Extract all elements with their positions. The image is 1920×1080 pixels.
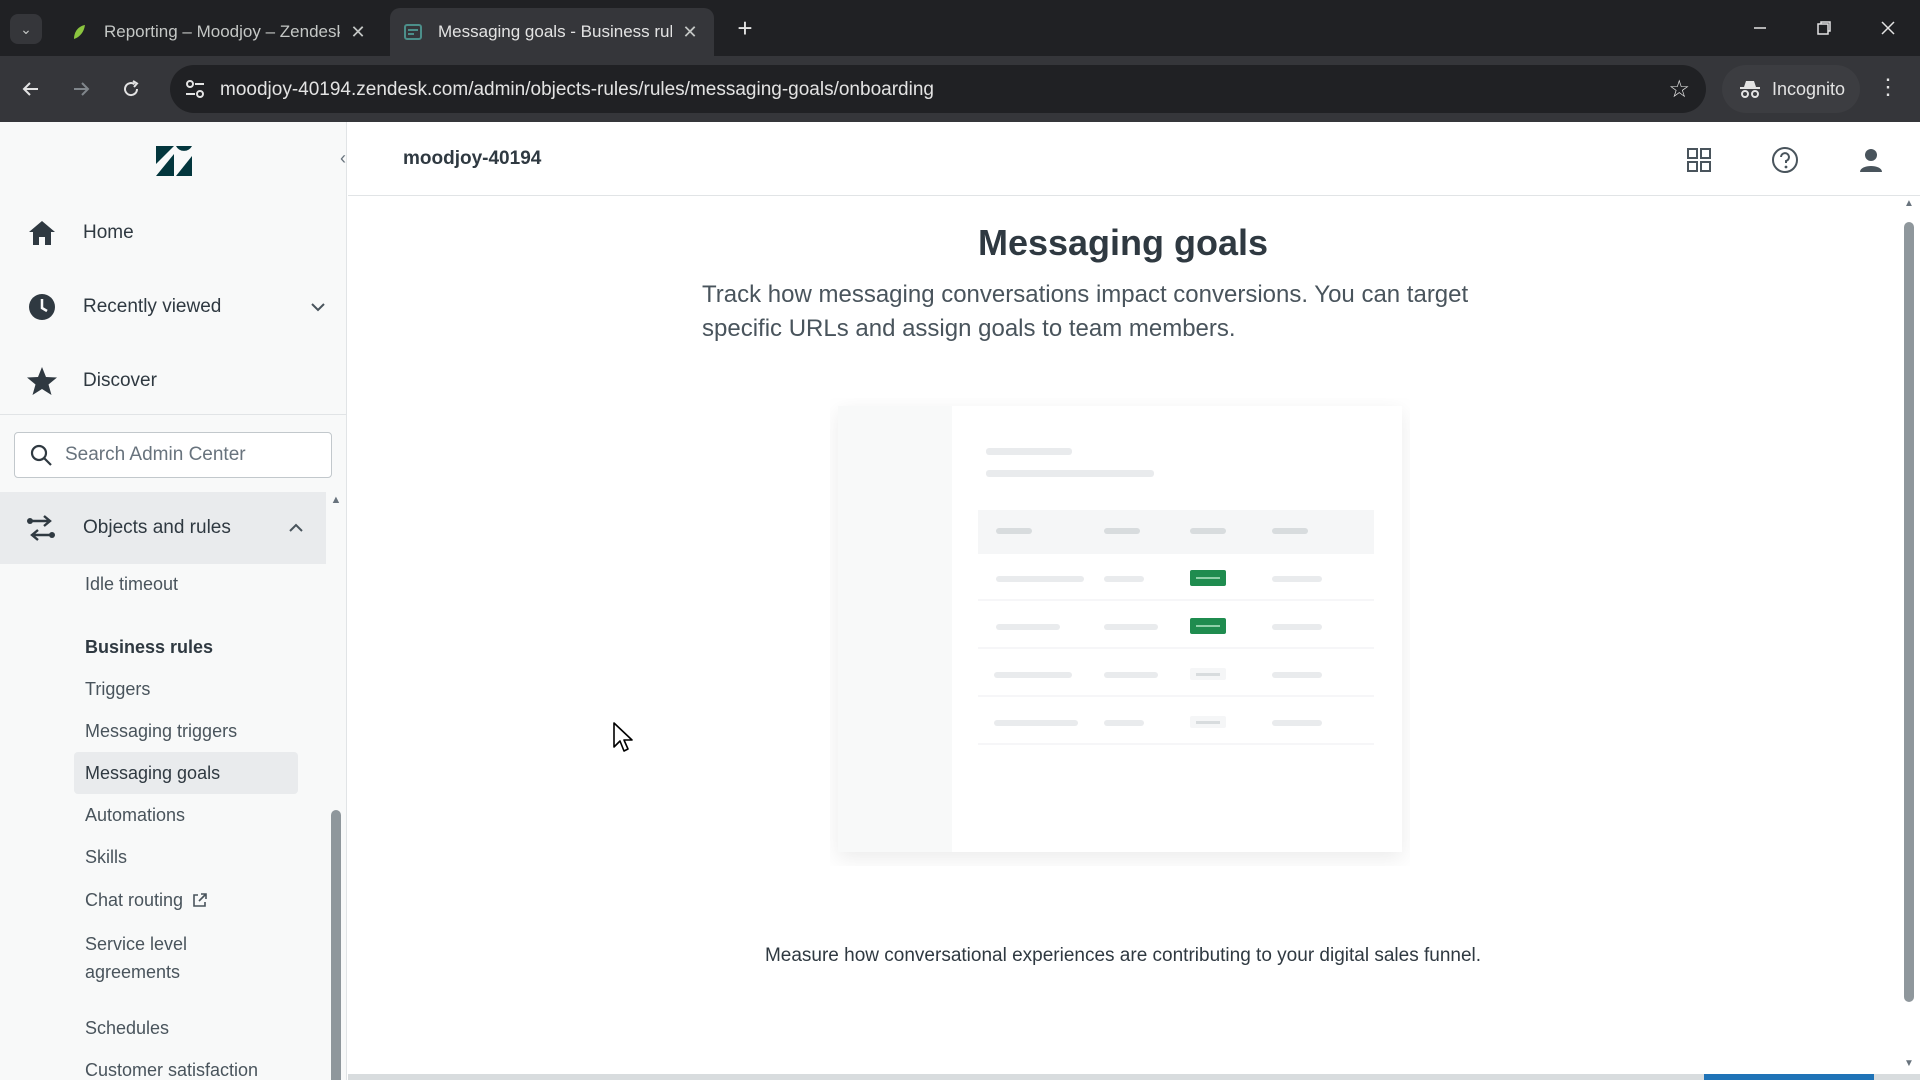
sidebar-item-idle-timeout[interactable]: Idle timeout (85, 570, 178, 598)
arrow-right-icon (74, 82, 90, 96)
zendesk-logo-icon[interactable] (154, 144, 194, 178)
sidebar-group-business-rules: Business rules (85, 637, 214, 657)
nav-item-home[interactable]: Home (0, 204, 347, 262)
forward-button[interactable] (64, 72, 98, 106)
new-tab-button[interactable]: + (730, 14, 760, 44)
restore-icon (1817, 21, 1831, 35)
close-icon[interactable]: ✕ (680, 22, 700, 43)
incognito-indicator[interactable]: Incognito (1722, 65, 1860, 113)
bookmark-star-icon[interactable]: ☆ (1668, 75, 1690, 104)
main-scrollbar[interactable]: ▲ ▼ (1898, 196, 1920, 1080)
more-vertical-icon: ⋮ (1877, 74, 1899, 99)
sidebar-item-service-level-agreements[interactable]: Service level agreements (85, 930, 187, 986)
nav-item-recently-viewed[interactable]: Recently viewed (0, 278, 347, 336)
address-bar[interactable]: moodjoy-40194.zendesk.com/admin/objects-… (170, 65, 1706, 113)
browser-toolbar: moodjoy-40194.zendesk.com/admin/objects-… (0, 56, 1920, 122)
main-content: Messaging goals Track how messaging conv… (348, 196, 1898, 1080)
sidebar-item-label: Chat routing (85, 890, 184, 910)
sidebar-item-customer-satisfaction[interactable]: Customer satisfaction (85, 1056, 258, 1080)
mouse-cursor-icon (613, 722, 633, 752)
arrow-left-icon (22, 82, 38, 96)
close-icon (1881, 21, 1895, 35)
browser-tab-reporting[interactable]: Reporting – Moodjoy – Zendesk ✕ (56, 8, 382, 56)
sidebar-item-label-line2: agreements (85, 962, 181, 982)
nav-item-label: Discover (83, 370, 157, 391)
external-link-icon (193, 893, 207, 907)
nav-item-discover[interactable]: Discover (0, 352, 347, 410)
sidebar-item-messaging-goals[interactable]: Messaging goals (85, 759, 220, 787)
minimize-button[interactable] (1740, 10, 1780, 46)
main-header: moodjoy-40194 (348, 122, 1920, 196)
chevron-up-icon[interactable] (286, 518, 306, 538)
sidebar-scrollbar-thumb[interactable] (331, 810, 341, 1080)
sidebar-item-chat-routing[interactable]: Chat routing (85, 886, 208, 914)
bottom-progress-strip (348, 1074, 1920, 1080)
chevron-down-icon[interactable] (309, 298, 327, 316)
close-window-button[interactable] (1868, 10, 1908, 46)
search-input[interactable] (65, 444, 305, 466)
user-profile-icon[interactable] (1856, 145, 1886, 175)
incognito-icon (1740, 81, 1760, 98)
restore-button[interactable] (1804, 10, 1844, 46)
nav-section-objects-and-rules[interactable]: Objects and rules (0, 492, 326, 564)
close-icon[interactable]: ✕ (348, 22, 368, 43)
tab-search-button[interactable]: ⌄ (10, 14, 42, 44)
messaging-goals-illustration (838, 406, 1402, 852)
sidebar-item-triggers[interactable]: Triggers (85, 675, 150, 703)
collapse-sidebar-icon[interactable]: ‹ (340, 148, 346, 169)
objects-rules-icon (27, 515, 55, 541)
footer-description: Measure how conversational experiences a… (764, 945, 1482, 966)
nav-item-label: Recently viewed (83, 296, 222, 317)
sidebar-divider (0, 414, 347, 415)
help-icon[interactable] (1770, 145, 1800, 175)
products-grid-icon[interactable] (1684, 145, 1714, 175)
sidebar-item-automations[interactable]: Automations (85, 801, 185, 829)
zendesk-leaf-icon (74, 25, 85, 39)
nav-section-label: Objects and rules (83, 517, 231, 538)
page-description: Track how messaging conversations impact… (702, 281, 1469, 342)
home-icon (29, 221, 55, 245)
browser-menu-button[interactable]: ⋮ (1876, 74, 1900, 104)
browser-tab-bar: ⌄ Reporting – Moodjoy – Zendesk ✕ Messag… (0, 0, 1920, 56)
zendesk-admin-icon (404, 24, 422, 40)
tab-title: Messaging goals - Business rules (438, 22, 672, 41)
bottom-accent-bar (1704, 1074, 1874, 1080)
scroll-down-icon[interactable]: ▼ (1903, 1058, 1915, 1069)
reload-icon (124, 80, 139, 97)
site-settings-icon[interactable] (182, 77, 208, 101)
chevron-down-icon: ⌄ (20, 20, 32, 37)
nav-item-label: Home (83, 222, 134, 243)
sidebar-scroll-up-icon[interactable]: ▲ (329, 494, 343, 508)
browser-tab-messaging-goals[interactable]: Messaging goals - Business rules ✕ (390, 8, 714, 56)
back-button[interactable] (14, 72, 48, 106)
search-admin-center[interactable] (14, 432, 332, 478)
incognito-label: Incognito (1772, 78, 1846, 99)
search-icon (30, 444, 52, 466)
sidebar-item-label-line1: Service level (85, 934, 188, 954)
minimize-icon (1754, 27, 1766, 29)
account-name: moodjoy-40194 (403, 148, 542, 169)
admin-sidebar: ‹ Home Recently viewed Discover Search A… (0, 122, 347, 1080)
sidebar-item-skills[interactable]: Skills (85, 843, 127, 871)
url-text: moodjoy-40194.zendesk.com/admin/objects-… (220, 79, 934, 100)
page-title: Messaging goals (977, 222, 1269, 263)
reload-button[interactable] (114, 72, 148, 106)
clock-icon (29, 294, 55, 320)
sidebar-item-schedules[interactable]: Schedules (85, 1014, 169, 1042)
sidebar-item-messaging-triggers[interactable]: Messaging triggers (85, 717, 237, 745)
tab-title: Reporting – Moodjoy – Zendesk (104, 22, 340, 41)
scroll-up-icon[interactable]: ▲ (1903, 198, 1915, 209)
star-icon (27, 367, 57, 395)
main-scrollbar-thumb[interactable] (1904, 222, 1914, 1002)
